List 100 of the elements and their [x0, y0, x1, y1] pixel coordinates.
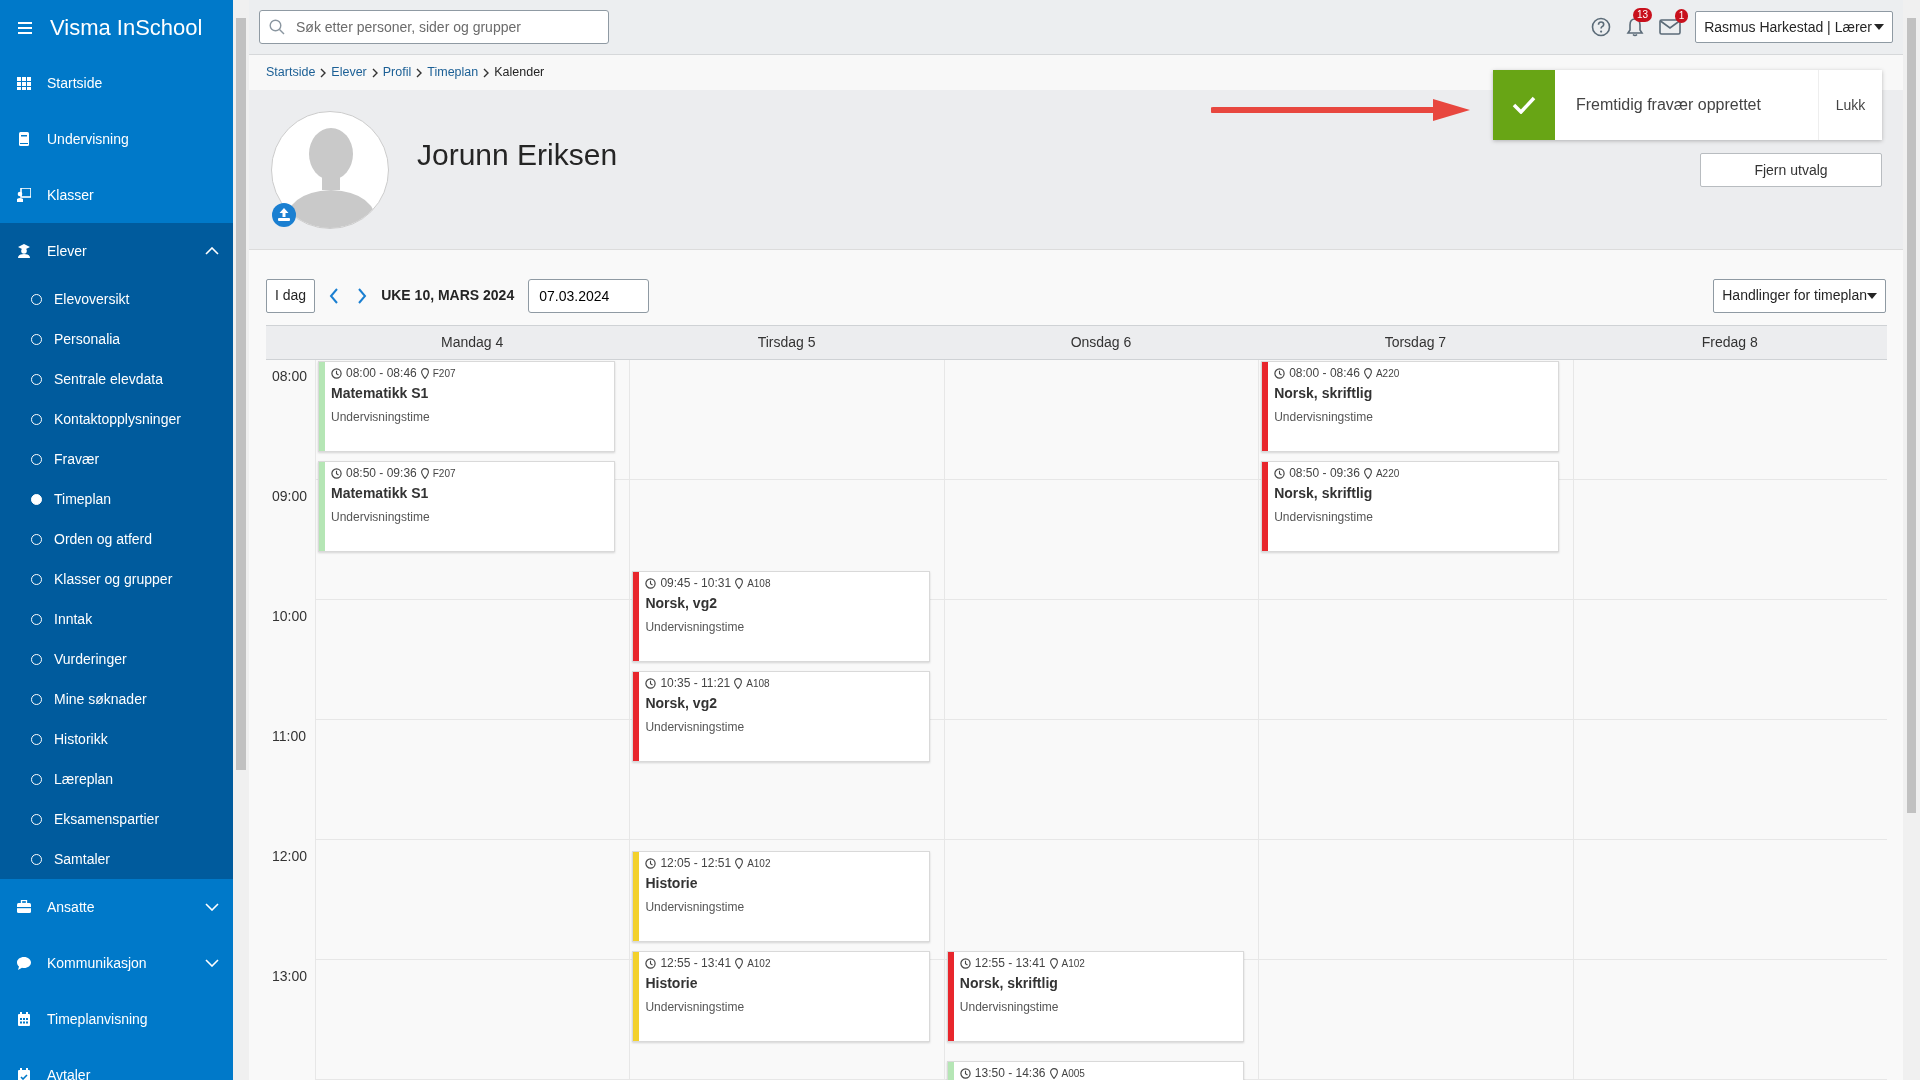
lesson-card[interactable]: 08:00 - 08:46 A220 Norsk, skriftlig Undervisningstime — [1261, 361, 1559, 452]
search-icon — [269, 19, 285, 35]
lesson-title: Historie — [645, 874, 699, 893]
clock-icon — [1274, 467, 1286, 479]
clock-icon — [959, 957, 971, 969]
lesson-type: Undervisningstime — [1274, 409, 1374, 426]
breadcrumb-link[interactable]: Startside — [266, 63, 316, 82]
lesson-card[interactable]: 12:05 - 12:51 A102 Historie Undervisningstime — [632, 851, 930, 942]
actions-dropdown-button[interactable]: Handlinger for timeplan — [1713, 278, 1886, 313]
clear-selection-button[interactable]: Fjern utvalg — [1700, 153, 1882, 187]
sidebar-scrollbar[interactable] — [233, 0, 249, 1080]
breadcrumb-link[interactable]: Profil — [382, 63, 412, 82]
breadcrumb-link[interactable]: Elever — [331, 63, 367, 82]
sidebar-subitem[interactable]: Historikk — [0, 719, 233, 759]
student-icon — [17, 244, 31, 258]
user-menu-button[interactable]: Rasmus Harkestad | Lærer — [1695, 11, 1893, 43]
sidebar-subitem[interactable]: Mine søknader — [0, 679, 233, 719]
search-field[interactable]: Søk etter personer, sider og grupper — [259, 10, 609, 44]
sidebar-subitem[interactable]: Sentrale elevdata — [0, 359, 233, 399]
lesson-title: Norsk, vg2 — [645, 594, 718, 613]
help-icon[interactable] — [1591, 17, 1612, 37]
room-label: F207 — [432, 466, 456, 481]
sidebar-subitem[interactable]: Klasser og grupper — [0, 559, 233, 599]
page-scrollbar[interactable] — [1903, 0, 1920, 1080]
lesson-card[interactable]: 09:45 - 10:31 A108 Norsk, vg2 Undervisningstime — [632, 571, 930, 662]
sidebar-item[interactable]: Startside — [0, 55, 233, 111]
lesson-title: Norsk, skriftlig — [1274, 384, 1374, 403]
lesson-time: 12:55 - 13:41 — [660, 955, 732, 972]
location-pin-icon — [735, 577, 744, 589]
sidebar-subitem[interactable]: Fravær — [0, 439, 233, 479]
sidebar-item[interactable]: Klasser — [0, 167, 233, 223]
lesson-card[interactable]: 13:50 - 14:36 A005 — [946, 1061, 1245, 1080]
lesson-title: Norsk, vg2 — [645, 694, 718, 713]
lesson-card[interactable]: 12:55 - 13:41 A102 Historie Undervisningstime — [632, 951, 930, 1042]
lesson-type: Undervisningstime — [645, 719, 746, 736]
sidebar-subitem[interactable]: Timeplan — [0, 479, 233, 519]
upload-icon[interactable] — [272, 203, 296, 227]
lesson-card[interactable]: 08:00 - 08:46 F207 Matematikk S1 Undervisningstime — [318, 361, 616, 452]
close-button[interactable]: Lukk — [1818, 70, 1882, 140]
clock-icon — [645, 857, 657, 869]
sidebar-subitem[interactable]: Eksamenspartier — [0, 799, 233, 839]
date-field[interactable]: 07.03.2024 — [528, 278, 650, 313]
lesson-card[interactable]: 12:55 - 13:41 A102 Norsk, skriftlig Undervisningstime — [946, 951, 1245, 1042]
lesson-card[interactable]: 10:35 - 11:21 A108 Norsk, vg2 Undervisningstime — [632, 671, 930, 762]
room-label: A108 — [747, 576, 771, 591]
room-label: F207 — [432, 366, 456, 381]
room-label: A102 — [1061, 956, 1085, 971]
app-title: Visma InSchool — [50, 14, 203, 42]
caret-icon — [1874, 24, 1884, 30]
lesson-time: 10:35 - 11:21 — [660, 675, 731, 692]
bell-icon[interactable] — [1625, 17, 1646, 37]
hour-label: 10:00 — [271, 607, 309, 626]
room-label: A220 — [1375, 466, 1400, 481]
lesson-type: Undervisningstime — [1274, 509, 1374, 526]
mail-icon[interactable] — [1659, 18, 1682, 36]
today-button[interactable]: I dag — [266, 278, 316, 313]
lesson-title: Matematikk S1 — [331, 384, 430, 403]
sidebar-item[interactable]: Timeplanvisning — [0, 991, 233, 1047]
chevron-right-icon — [357, 287, 368, 304]
chat-bubble-icon — [17, 956, 31, 970]
sidebar-subitem[interactable]: Læreplan — [0, 759, 233, 799]
clock-icon — [645, 957, 657, 969]
message-count: 1 — [1674, 9, 1689, 23]
briefcase-icon — [17, 900, 31, 914]
sidebar-subitem[interactable]: Orden og atferd — [0, 519, 233, 559]
lesson-time: 13:50 - 14:36 — [974, 1065, 1046, 1080]
sidebar-subitem[interactable]: Elevoversikt — [0, 279, 233, 319]
lesson-card[interactable]: 08:50 - 09:36 A220 Norsk, skriftlig Undervisningstime — [1261, 461, 1559, 552]
clock-icon — [1274, 367, 1286, 379]
chevron-right-icon — [483, 67, 490, 78]
sidebar-item[interactable]: Avtaler — [0, 1047, 233, 1080]
lesson-time: 12:55 - 13:41 — [974, 955, 1046, 972]
scrollbar-thumb[interactable] — [1907, 18, 1916, 813]
calendar-icon — [17, 1012, 31, 1026]
sidebar-item[interactable]: Kommunikasjon — [0, 935, 233, 991]
menu-icon[interactable] — [18, 20, 34, 35]
sidebar-subitem[interactable]: Personalia — [0, 319, 233, 359]
clock-icon — [331, 467, 342, 479]
chevron-right-icon — [416, 67, 423, 78]
sidebar-subitem[interactable]: Vurderinger — [0, 639, 233, 679]
sidebar-item[interactable]: Ansatte — [0, 879, 233, 935]
location-pin-icon — [734, 677, 743, 689]
clock-icon — [331, 367, 342, 379]
location-pin-icon — [1363, 467, 1372, 479]
clock-icon — [645, 677, 657, 689]
sidebar-subitem[interactable]: Kontaktopplysninger — [0, 399, 233, 439]
room-label: A220 — [1375, 366, 1400, 381]
student-name: Jorunn Eriksen — [417, 137, 618, 173]
sidebar-subitem[interactable]: Samtaler — [0, 839, 233, 879]
sidebar-subitem[interactable]: Inntak — [0, 599, 233, 639]
hour-label: 11:00 — [271, 727, 307, 746]
location-pin-icon — [735, 957, 744, 969]
day-header: Onsdag 6 — [1069, 333, 1133, 352]
room-label: A102 — [747, 856, 771, 871]
sidebar-item[interactable]: Undervisning — [0, 111, 233, 167]
lesson-title: Norsk, skriftlig — [959, 974, 1059, 993]
breadcrumb-link[interactable]: Timeplan — [427, 63, 479, 82]
lesson-card[interactable]: 08:50 - 09:36 F207 Matematikk S1 Undervisningstime — [318, 461, 616, 552]
lesson-time: 12:05 - 12:51 — [660, 855, 732, 872]
scrollbar-thumb[interactable] — [236, 18, 246, 770]
